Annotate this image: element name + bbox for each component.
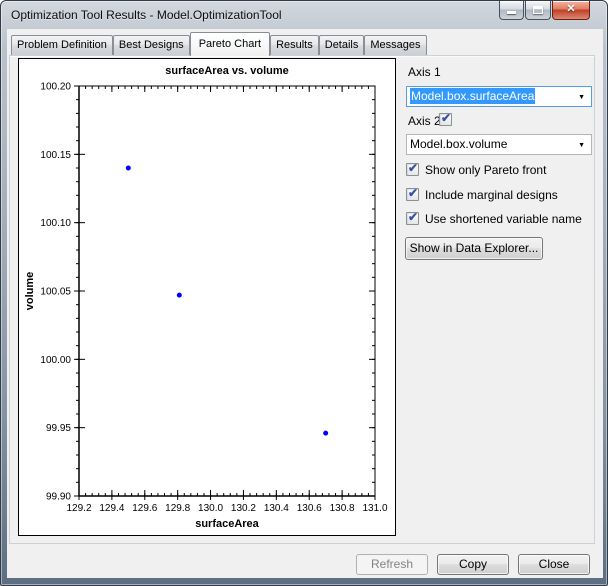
- axis2-label: Axis 2: [408, 114, 441, 128]
- svg-text:100.20: 100.20: [40, 82, 71, 93]
- show-pareto-front-checkbox[interactable]: ✔: [406, 163, 419, 176]
- pareto-scatter-chart[interactable]: 129.2 129.4 129.6 129.8 130.0 130.2 130.4 130.6…: [19, 59, 395, 535]
- svg-text:100.10: 100.10: [40, 218, 71, 229]
- axis1-combobox[interactable]: Model.box.surfaceArea ▼: [406, 86, 592, 107]
- close-button[interactable]: ✕: [552, 1, 590, 20]
- axis1-label: Axis 1: [408, 65, 441, 79]
- tab-messages[interactable]: Messages: [364, 35, 426, 55]
- svg-text:130.4: 130.4: [264, 503, 289, 514]
- check-icon: ✔: [441, 111, 451, 125]
- maximize-button[interactable]: [525, 1, 551, 20]
- close-dialog-button[interactable]: Close: [518, 554, 590, 575]
- tab-pareto-chart[interactable]: Pareto Chart: [190, 32, 270, 56]
- window-title: Optimization Tool Results - Model.Optimi…: [11, 8, 282, 22]
- svg-text:129.8: 129.8: [165, 503, 190, 514]
- check-icon: ✔: [408, 186, 418, 200]
- svg-text:131.0: 131.0: [362, 503, 387, 514]
- svg-text:129.6: 129.6: [132, 503, 157, 514]
- use-shortened-name-checkbox[interactable]: ✔: [406, 212, 419, 225]
- chevron-down-icon[interactable]: ▼: [578, 94, 585, 101]
- axis2-combobox[interactable]: Model.box.volume ▼: [406, 134, 592, 155]
- svg-text:129.2: 129.2: [66, 503, 91, 514]
- svg-text:130.0: 130.0: [198, 503, 223, 514]
- svg-text:129.4: 129.4: [99, 503, 124, 514]
- tab-details[interactable]: Details: [319, 35, 365, 55]
- close-icon: ✕: [553, 1, 589, 18]
- axis1-selected-value: Model.box.surfaceArea: [410, 88, 535, 104]
- refresh-button[interactable]: Refresh: [356, 554, 428, 575]
- axis2-checkbox[interactable]: ✔: [439, 113, 452, 126]
- show-pareto-front-label: Show only Pareto front: [425, 163, 546, 177]
- svg-text:130.2: 130.2: [231, 503, 256, 514]
- svg-text:surfaceArea: surfaceArea: [195, 518, 259, 530]
- svg-text:130.6: 130.6: [297, 503, 322, 514]
- check-icon: ✔: [408, 161, 418, 175]
- minimize-button[interactable]: [499, 1, 524, 20]
- use-shortened-name-label: Use shortened variable name: [425, 212, 582, 226]
- include-marginal-designs-checkbox[interactable]: ✔: [406, 188, 419, 201]
- axis2-selected-value: Model.box.volume: [410, 137, 507, 151]
- svg-text:volume: volume: [24, 272, 36, 311]
- tab-results[interactable]: Results: [270, 35, 319, 55]
- pareto-chart-panel[interactable]: 129.2 129.4 129.6 129.8 130.0 130.2 130.4 130.6…: [18, 58, 396, 536]
- tab-problem-definition[interactable]: Problem Definition: [11, 35, 113, 55]
- chevron-down-icon[interactable]: ▼: [578, 142, 585, 149]
- check-icon: ✔: [408, 210, 418, 224]
- copy-button[interactable]: Copy: [437, 554, 509, 575]
- maximize-icon: [533, 6, 543, 14]
- dialog-client-area: Problem Definition Best Designs Pareto C…: [7, 29, 603, 578]
- svg-text:100.00: 100.00: [40, 355, 71, 366]
- svg-text:100.05: 100.05: [40, 287, 71, 298]
- tab-best-designs[interactable]: Best Designs: [113, 35, 190, 55]
- title-bar[interactable]: Optimization Tool Results - Model.Optimi…: [1, 1, 607, 29]
- minimize-icon: [507, 11, 516, 14]
- include-marginal-designs-label: Include marginal designs: [425, 188, 558, 202]
- svg-text:100.15: 100.15: [40, 150, 71, 161]
- svg-text:surfaceArea vs. volume: surfaceArea vs. volume: [165, 65, 289, 77]
- svg-text:99.95: 99.95: [46, 423, 71, 434]
- dialog-window: Optimization Tool Results - Model.Optimi…: [0, 0, 608, 586]
- svg-text:99.90: 99.90: [46, 492, 71, 503]
- svg-text:130.8: 130.8: [330, 503, 355, 514]
- tab-strip: Problem Definition Best Designs Pareto C…: [11, 33, 427, 56]
- show-in-data-explorer-button[interactable]: Show in Data Explorer...: [405, 237, 543, 260]
